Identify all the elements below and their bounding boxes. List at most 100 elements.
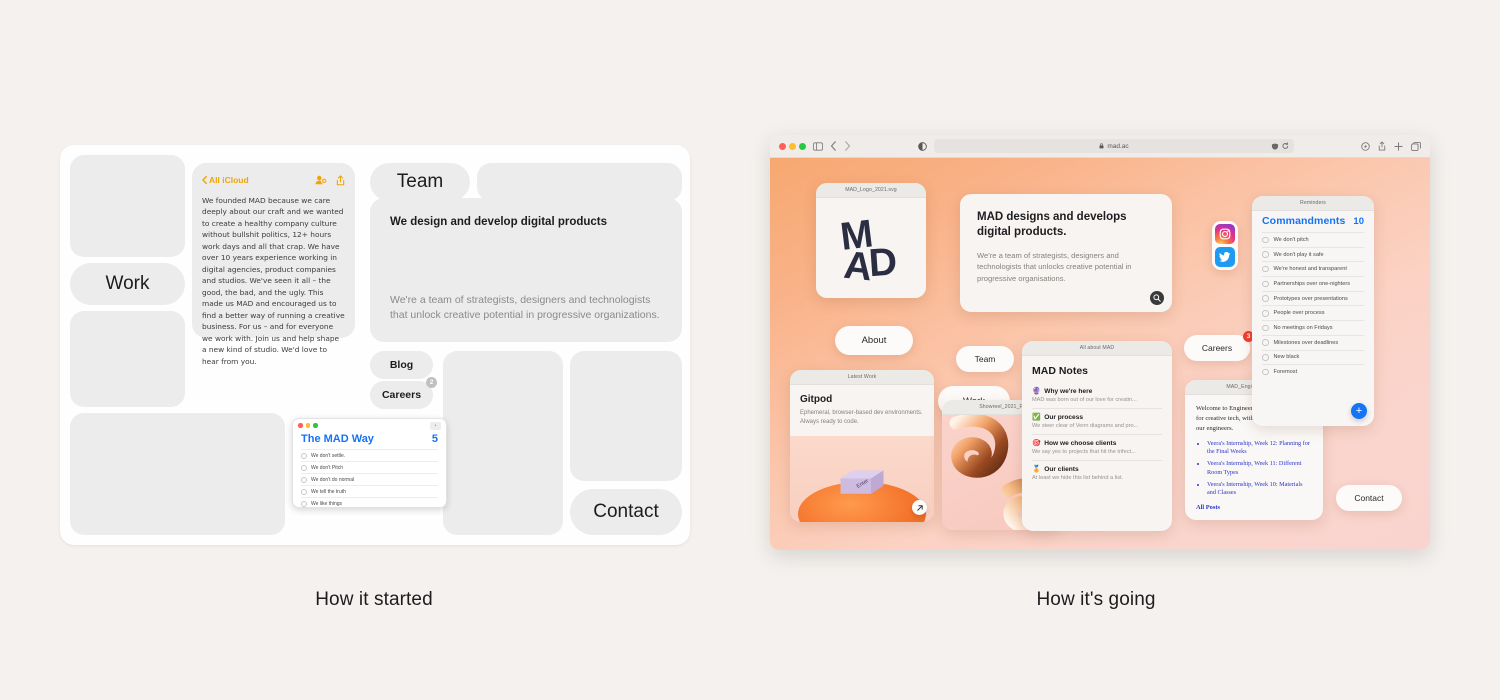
commandment-item[interactable]: We don't pitch <box>1262 232 1364 247</box>
left-pill-team[interactable]: Team <box>370 163 470 201</box>
left-pill-work[interactable]: Work <box>70 263 185 305</box>
caption-how-it-started: How it started <box>315 589 433 610</box>
checkbox-icon[interactable] <box>1262 354 1269 361</box>
twitter-icon[interactable] <box>1215 247 1235 267</box>
commandment-label: Foremost <box>1273 369 1298 376</box>
commandment-item[interactable]: Milestones over deadlines <box>1262 334 1364 350</box>
left-pill-careers[interactable]: Careers 2 <box>370 377 437 409</box>
left-careers-badge: 2 <box>426 377 437 388</box>
commandment-item[interactable]: Foremost <box>1262 364 1364 379</box>
search-icon[interactable] <box>1150 291 1164 305</box>
reminder-item[interactable]: We don't do normal <box>301 473 438 485</box>
minimize-icon[interactable] <box>305 423 310 428</box>
all-icloud-back-button[interactable]: All iCloud <box>202 175 249 185</box>
mad-note-row[interactable]: 🏅 Our clients At least we hide this list b… <box>1032 460 1162 486</box>
placeholder-block <box>443 351 563 535</box>
nav-pill-about-label: About <box>861 335 887 346</box>
close-icon[interactable] <box>298 423 303 428</box>
checkbox-icon[interactable] <box>301 452 307 459</box>
icloud-note-card: All iCloud We founded MAD because we car… <box>192 163 355 366</box>
forward-icon[interactable] <box>844 141 851 151</box>
checkbox-icon[interactable] <box>301 464 307 471</box>
commandment-item[interactable]: We're honest and transparent <box>1262 261 1364 276</box>
nav-pill-careers[interactable]: Careers 3 <box>1184 331 1254 361</box>
latest-work-card[interactable]: Latest Work Gitpod Ephemeral, browser-ba… <box>790 370 934 522</box>
engineering-post-link[interactable]: Veera's Internship, Week 11: Different R… <box>1207 460 1312 477</box>
checkbox-icon[interactable] <box>1262 339 1269 346</box>
refresh-icon[interactable] <box>1282 142 1289 150</box>
commandment-item[interactable]: Partnerships over one-nighters <box>1262 276 1364 291</box>
add-reminder-button[interactable]: + <box>1351 403 1367 419</box>
commandment-item[interactable]: No meetings on Fridays <box>1262 320 1364 335</box>
maximize-icon[interactable] <box>799 142 806 150</box>
commandment-item[interactable]: People over process <box>1262 305 1364 320</box>
latest-work-desc: Ephemeral, browser-based dev environment… <box>800 410 923 425</box>
tabs-icon[interactable] <box>1411 141 1421 151</box>
nav-pill-careers-label: Careers <box>1201 343 1233 353</box>
mad-note-row[interactable]: ✅ Our process We steer clear of Venn diagr… <box>1032 408 1162 434</box>
maximize-icon[interactable] <box>313 423 318 428</box>
checkbox-icon[interactable] <box>1262 310 1269 317</box>
checkbox-icon[interactable] <box>1262 265 1269 273</box>
reminders-toolbar-button[interactable]: • <box>430 421 441 430</box>
traffic-lights[interactable] <box>298 423 318 428</box>
all-icloud-label: All iCloud <box>209 175 249 185</box>
mad-note-row[interactable]: 🔮 Why we're here MAD was born out of our l… <box>1032 383 1162 408</box>
commandment-label: No meetings on Fridays <box>1273 324 1333 331</box>
commandments-card[interactable]: Reminders Commandments 10 We don't pitch… <box>1252 196 1374 426</box>
checkbox-icon[interactable] <box>1262 324 1269 332</box>
placeholder-block <box>70 413 285 535</box>
left-pill-contact[interactable]: Contact <box>570 489 682 535</box>
sidebar-icon[interactable] <box>813 141 823 151</box>
traffic-lights[interactable] <box>779 142 806 150</box>
extensions-icon[interactable] <box>1361 141 1370 151</box>
add-people-icon[interactable] <box>315 175 327 185</box>
checkbox-icon[interactable] <box>301 488 307 495</box>
share-icon[interactable] <box>336 174 345 186</box>
nav-pill-about[interactable]: About <box>835 326 913 355</box>
checkbox-icon[interactable] <box>1262 280 1269 288</box>
reader-icon[interactable] <box>918 141 927 151</box>
logo-card[interactable]: MAD_Logo_2021.svg M A D <box>816 183 926 298</box>
mad-note-row[interactable]: 🎯 How we choose clients We say yes to proj… <box>1032 434 1162 460</box>
instagram-icon[interactable] <box>1215 224 1235 244</box>
checkbox-icon[interactable] <box>1262 251 1269 258</box>
reminder-item[interactable]: We don't Pitch <box>301 461 438 473</box>
placeholder-block <box>477 163 682 201</box>
arrow-up-right-icon[interactable] <box>912 500 927 515</box>
nav-pill-team[interactable]: Team <box>956 346 1014 372</box>
shield-icon[interactable] <box>1271 142 1279 150</box>
checkbox-icon[interactable] <box>1262 236 1269 244</box>
share-icon[interactable] <box>1378 141 1386 151</box>
left-pill-blog-label: Blog <box>389 359 414 371</box>
reminders-header: The MAD Way 5 <box>293 432 446 449</box>
left-pill-contact-label: Contact <box>593 501 659 522</box>
how-it-started-panel: Work All iCloud We founded MAD because w… <box>60 145 690 545</box>
checkbox-icon[interactable] <box>301 500 307 507</box>
reminder-item[interactable]: We don't settle. <box>301 449 438 461</box>
all-posts-link[interactable]: All Posts <box>1196 504 1312 511</box>
commandment-item[interactable]: New black <box>1262 349 1364 365</box>
engineering-post-link[interactable]: Veera's Internship, Week 12: Planning fo… <box>1207 440 1312 457</box>
site-viewport: MAD_Logo_2021.svg M A D MAD designs and … <box>770 158 1430 550</box>
mad-notes-card[interactable]: All about MAD MAD Notes 🔮 Why we're here M… <box>1022 341 1172 531</box>
address-bar[interactable]: mad.ac <box>934 139 1294 153</box>
checkbox-icon[interactable] <box>1262 368 1269 376</box>
close-icon[interactable] <box>779 142 786 150</box>
mad-note-row-title: ✅ Our process <box>1032 414 1162 421</box>
new-tab-icon[interactable] <box>1394 141 1403 151</box>
reminder-item[interactable]: We like things <box>301 497 438 507</box>
checkbox-icon[interactable] <box>1262 295 1269 302</box>
back-icon[interactable] <box>830 141 837 151</box>
commandment-item[interactable]: We don't play it safe <box>1262 246 1364 262</box>
minimize-icon[interactable] <box>789 142 796 150</box>
reminder-item[interactable]: We tell the truth <box>301 485 438 497</box>
nav-pill-contact[interactable]: Contact <box>1336 485 1402 511</box>
address-bar-actions[interactable] <box>1271 142 1289 150</box>
left-pill-blog[interactable]: Blog <box>370 351 433 379</box>
commandment-item[interactable]: Prototypes over presentations <box>1262 290 1364 306</box>
mad-way-reminders-window: • The MAD Way 5 We don't settle. We don't… <box>292 418 447 508</box>
engineering-post-link[interactable]: Veera's Internship, Week 10: Materials a… <box>1207 481 1312 498</box>
checkbox-icon[interactable] <box>301 476 307 483</box>
latest-work-heading: Gitpod <box>800 394 833 405</box>
